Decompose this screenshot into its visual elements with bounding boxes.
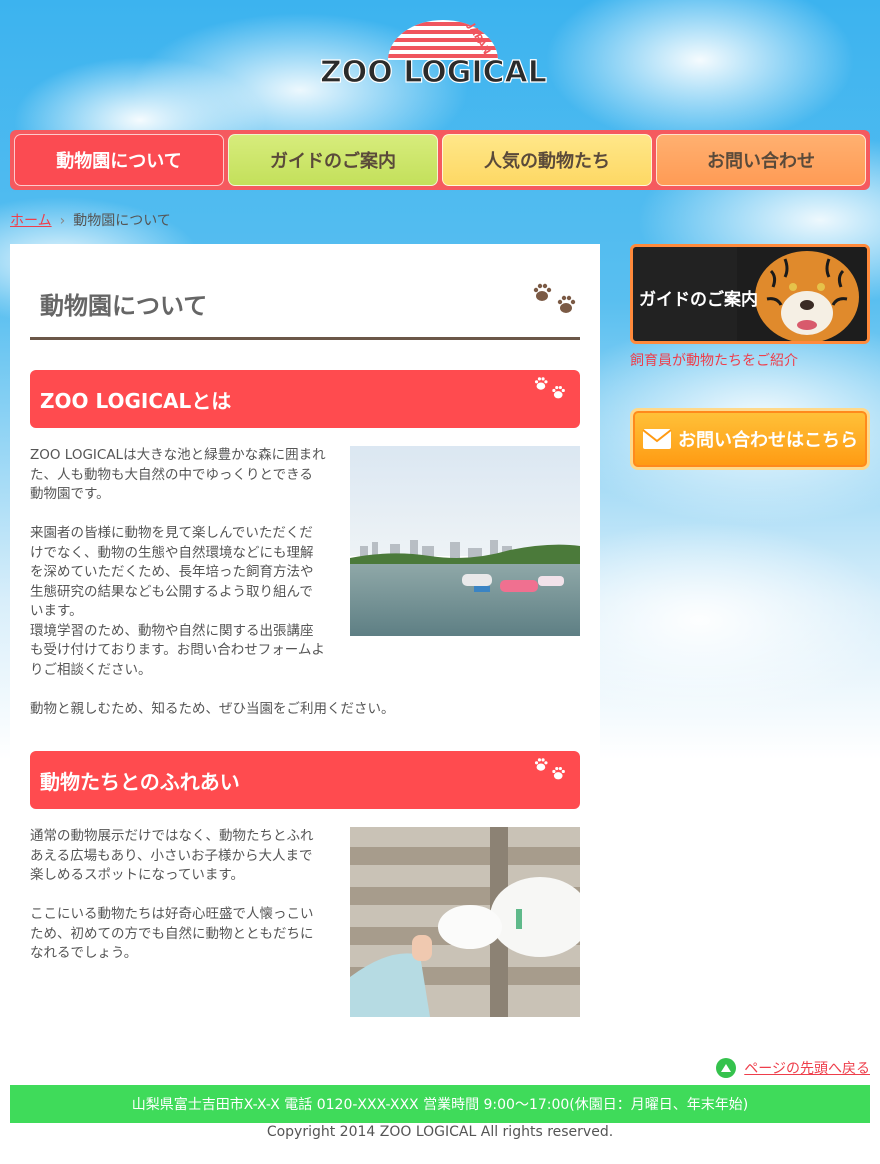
arrow-up-icon[interactable] — [716, 1058, 737, 1078]
paragraph: ZOO LOGICALは大きな池と緑豊かな森に囲まれた、人も動物も大自然の中でゆ… — [30, 447, 326, 502]
nav-item-guide[interactable]: ガイドのご案内 — [228, 134, 438, 186]
section-title: ZOO LOGICALとは — [40, 389, 232, 413]
guide-caption: 飼育員が動物たちをご紹介 — [630, 353, 798, 369]
section-body: 通常の動物展示だけではなく、動物たちとふれあえる広場もあり、小さいお子様から大人… — [30, 827, 580, 1017]
goat-photo — [350, 827, 580, 1017]
back-to-top: ページの先頭へ戻る — [716, 1058, 870, 1078]
logo-text: ZOO LOGICAL — [320, 55, 547, 90]
breadcrumb: ホーム › 動物園について — [10, 210, 171, 230]
paragraph: ここにいる動物たちは好奇心旺盛で人懐っこいため、初めての方でも自然に動物とともだ… — [30, 906, 314, 961]
section-body: ZOO LOGICALは大きな池と緑豊かな森に囲まれた、人も動物も大自然の中でゆ… — [30, 446, 580, 719]
contact-button-label: お問い合わせはこちら — [678, 430, 858, 451]
lake-photo — [350, 446, 580, 636]
sidebar: ガイドのご案内 飼育員が動物たちをご紹介 お問い合わせはこちら — [630, 244, 870, 470]
footer-bar: 山梨県富士吉田市X-X-X 電話 0120-XXX-XXX 営業時間 9:00～… — [10, 1085, 870, 1123]
contact-button[interactable]: お問い合わせはこちら — [630, 408, 870, 470]
section-title: 動物たちとのふれあい — [40, 770, 240, 794]
site-logo[interactable]: ZOO LOGICAL JAPAN — [318, 18, 568, 98]
global-nav: 動物園について ガイドのご案内 人気の動物たち お問い合わせ — [10, 130, 870, 190]
section-text: 通常の動物展示だけではなく、動物たちとふれあえる広場もあり、小さいお子様から大人… — [30, 827, 326, 964]
paw-icon — [534, 758, 565, 780]
nav-item-contact[interactable]: お問い合わせ — [656, 134, 866, 186]
page-title: 動物園について — [40, 292, 208, 320]
guide-banner[interactable]: ガイドのご案内 — [630, 244, 870, 344]
paw-icon — [534, 377, 565, 399]
breadcrumb-current: 動物園について — [73, 213, 171, 229]
section-text: ZOO LOGICALは大きな池と緑豊かな森に囲まれた、人も動物も大自然の中でゆ… — [30, 446, 326, 680]
mail-icon — [642, 429, 672, 449]
copyright: Copyright 2014 ZOO LOGICAL All rights re… — [266, 1124, 614, 1140]
nav-item-about[interactable]: 動物園について — [14, 134, 224, 186]
page-title-block: 動物園について — [30, 244, 580, 340]
paw-icon — [533, 283, 576, 313]
site-header: ZOO LOGICAL JAPAN — [0, 0, 880, 130]
back-to-top-link[interactable]: ページの先頭へ戻る — [744, 1058, 870, 1078]
paragraph: 環境学習のため、動物や自然に関する出張講座も受け付けております。お問い合わせフォ… — [30, 622, 325, 678]
section-heading-about-zoo: ZOO LOGICALとは — [30, 370, 580, 428]
nav-item-popular-animals[interactable]: 人気の動物たち — [442, 134, 652, 186]
section-heading-interaction: 動物たちとのふれあい — [30, 751, 580, 809]
paragraph: 通常の動物展示だけではなく、動物たちとふれあえる広場もあり、小さいお子様から大人… — [30, 828, 314, 883]
main-content: 動物園について ZOO LOGICALとは ZOO LOGICALは大きな池と緑… — [10, 244, 600, 1034]
breadcrumb-home-link[interactable]: ホーム — [10, 213, 52, 229]
guide-banner-label: ガイドのご案内 — [639, 290, 758, 310]
footer-address: 山梨県富士吉田市X-X-X 電話 0120-XXX-XXX 営業時間 9:00～… — [131, 1097, 749, 1113]
breadcrumb-separator: › — [59, 213, 66, 229]
paragraph: 来園者の皆様に動物を見て楽しんでいただくだけでなく、動物の生態や自然環境などにも… — [30, 525, 314, 619]
paragraph: 動物と親しむため、知るため、ぜひ当園をご利用ください。 — [30, 700, 395, 717]
